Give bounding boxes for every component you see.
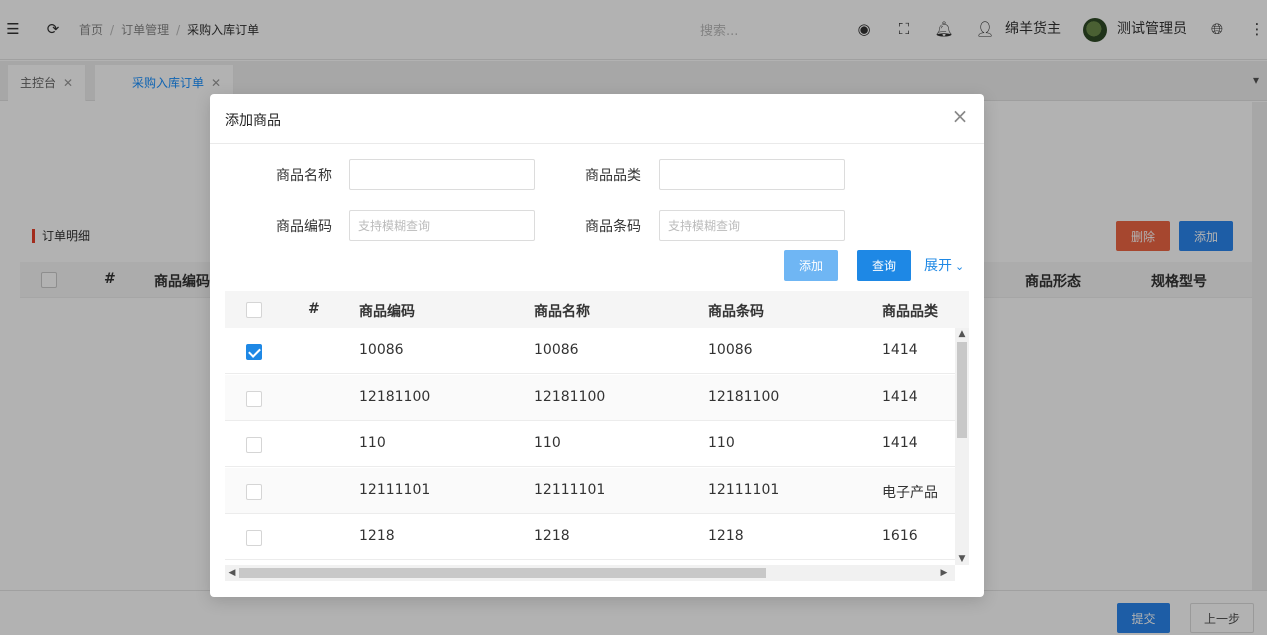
cell-barcode: 12111101 [708,482,780,498]
cell-code: 1218 [359,528,395,544]
expand-toggle[interactable]: 展开 ⌄ [924,255,964,275]
col-index: # [308,301,320,317]
chevron-down-icon: ⌄ [955,260,965,273]
row-checkbox[interactable] [246,437,262,453]
cell-name: 12181100 [534,389,606,405]
scroll-down-icon[interactable]: ▼ [955,553,969,565]
col-category: 商品品类 [882,304,938,320]
product-barcode-input[interactable] [659,210,845,241]
select-all-checkbox[interactable] [246,302,262,318]
row-checkbox[interactable] [246,391,262,407]
add-product-modal: 添加商品 × 商品名称 商品品类 商品编码 商品条码 添加 查询 展开⌄ # 商… [210,94,984,597]
table-row[interactable]: 10086 10086 10086 1414 [225,328,955,374]
product-code-input[interactable] [349,210,535,241]
cell-barcode: 12181100 [708,389,780,405]
product-table-header: # 商品编码 商品名称 商品条码 商品品类 [225,291,969,328]
cell-category: 1414 [882,389,918,405]
cell-barcode: 110 [708,435,735,451]
table-horizontal-scrollbar[interactable]: ◀ ▶ [225,565,955,581]
col-code: 商品编码 [359,304,415,320]
cell-barcode: 1218 [708,528,744,544]
cell-barcode: 10086 [708,342,753,358]
product-table: # 商品编码 商品名称 商品条码 商品品类 10086 10086 10086 … [225,291,969,581]
table-row[interactable]: 1218 1218 1218 1616 [225,514,955,560]
scroll-up-icon[interactable]: ▲ [955,328,969,340]
cell-code: 10086 [359,342,404,358]
table-row[interactable]: 12181100 12181100 12181100 1414 [225,375,955,421]
product-category-input[interactable] [659,159,845,190]
product-name-input[interactable] [349,159,535,190]
row-checkbox[interactable] [246,344,262,360]
cell-category: 1414 [882,342,918,358]
col-barcode: 商品条码 [708,304,764,320]
scrollbar-thumb[interactable] [239,568,766,578]
scrollbar-thumb[interactable] [957,342,967,438]
expand-label: 展开 [924,258,952,274]
product-category-label: 商品品类 [585,168,641,184]
cell-code: 110 [359,435,386,451]
add-button[interactable]: 添加 [784,250,838,281]
table-row[interactable]: 12111101 12111101 12111101 电子产品 [225,468,955,514]
cell-name: 10086 [534,342,579,358]
scroll-left-icon[interactable]: ◀ [225,565,239,581]
row-checkbox[interactable] [246,530,262,546]
cell-name: 1218 [534,528,570,544]
table-vertical-scrollbar[interactable]: ▲ ▼ [955,328,969,565]
modal-title: 添加商品 [225,113,281,129]
cell-name: 110 [534,435,561,451]
cell-category: 1616 [882,528,918,544]
cell-category: 1414 [882,435,918,451]
cell-code: 12111101 [359,482,431,498]
product-code-label: 商品编码 [276,219,332,235]
table-row[interactable]: 110 110 110 1414 [225,421,955,467]
query-button[interactable]: 查询 [857,250,911,281]
product-barcode-label: 商品条码 [585,219,641,235]
product-name-label: 商品名称 [276,168,332,184]
modal-header: 添加商品 × [210,94,984,144]
col-name: 商品名称 [534,304,590,320]
cell-name: 12111101 [534,482,606,498]
cell-code: 12181100 [359,389,431,405]
close-icon[interactable]: × [950,106,970,126]
cell-category: 电子产品 [882,485,938,501]
row-checkbox[interactable] [246,484,262,500]
scroll-right-icon[interactable]: ▶ [937,565,951,581]
